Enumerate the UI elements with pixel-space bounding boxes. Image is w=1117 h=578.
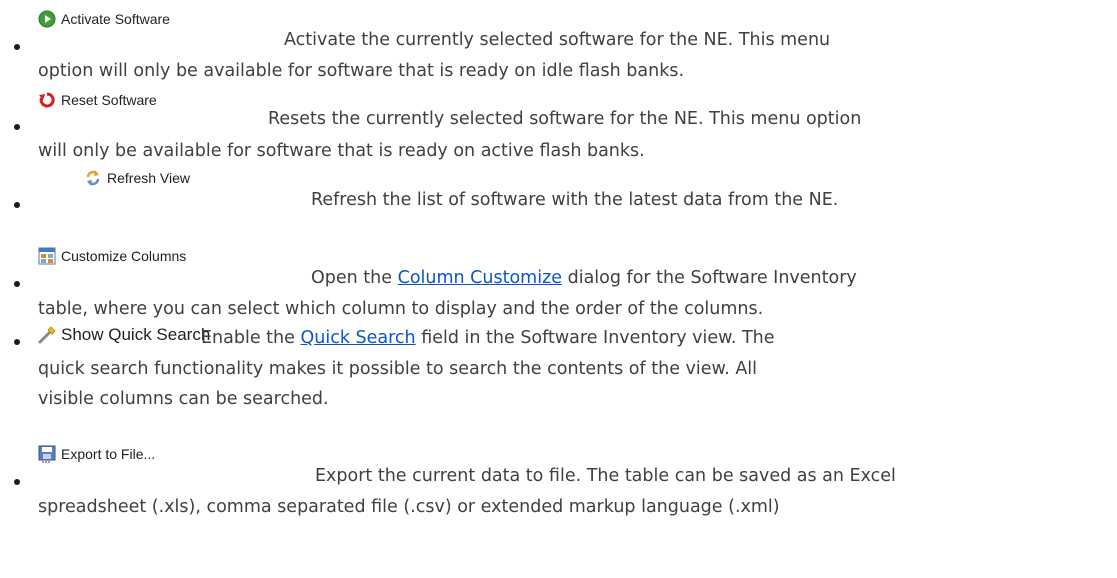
activate-description-line2: option will only be available for softwa…	[38, 61, 685, 81]
refresh-view-label: Refresh View	[107, 170, 191, 186]
bullet	[14, 44, 20, 50]
quicksearch-description-line3: visible columns can be searched.	[38, 389, 329, 409]
quick-search-link[interactable]: Quick Search	[300, 328, 415, 348]
columns-icon	[38, 247, 56, 265]
bullet	[14, 479, 20, 485]
bullet	[14, 281, 20, 287]
export-description-line1: Export the current data to file. The tab…	[315, 466, 896, 486]
activate-description-line1: Activate the currently selected software…	[284, 30, 831, 50]
customize-text-before: Open the	[311, 268, 398, 288]
reset-icon	[38, 91, 56, 109]
quicksearch-description-line1: Enable the Quick Search field in the Sof…	[201, 327, 775, 349]
search-wand-icon	[38, 326, 56, 344]
play-icon	[38, 10, 56, 28]
reset-software-menu-label: Reset Software	[38, 89, 157, 111]
activate-software-label: Activate Software	[61, 11, 170, 27]
show-quick-search-menu-label: Show Quick Search	[38, 323, 210, 347]
refresh-view-menu-label: Refresh View	[84, 167, 190, 189]
export-to-file-label: Export to File...	[61, 446, 156, 462]
reset-description-line2: will only be available for software that…	[38, 141, 645, 161]
quicksearch-text-after: field in the Software Inventory view. Th…	[415, 328, 775, 348]
bullet	[14, 202, 20, 208]
save-icon	[38, 445, 56, 463]
activate-software-menu-label: Activate Software	[38, 8, 170, 30]
quicksearch-description-line2: quick search functionality makes it poss…	[38, 359, 758, 379]
refresh-icon	[84, 169, 102, 187]
customize-description-line1: Open the Column Customize dialog for the…	[311, 267, 857, 289]
column-customize-link[interactable]: Column Customize	[398, 268, 562, 288]
customize-columns-menu-label: Customize Columns	[38, 245, 186, 267]
refresh-description-line1: Refresh the list of software with the la…	[311, 190, 839, 210]
quicksearch-text-before: Enable the	[201, 328, 301, 348]
customize-description-line2: table, where you can select which column…	[38, 299, 764, 319]
reset-software-label: Reset Software	[61, 92, 157, 108]
help-document: Activate Software Activate the currently…	[0, 0, 1117, 578]
reset-description-line1: Resets the currently selected software f…	[268, 109, 862, 129]
bullet	[14, 339, 20, 345]
bullet	[14, 124, 20, 130]
customize-columns-label: Customize Columns	[61, 248, 187, 264]
customize-text-after: dialog for the Software Inventory	[562, 268, 857, 288]
export-to-file-menu-label: Export to File...	[38, 443, 155, 465]
show-quick-search-label: Show Quick Search	[61, 325, 211, 344]
export-description-line2: spreadsheet (.xls), comma separated file…	[38, 497, 780, 517]
